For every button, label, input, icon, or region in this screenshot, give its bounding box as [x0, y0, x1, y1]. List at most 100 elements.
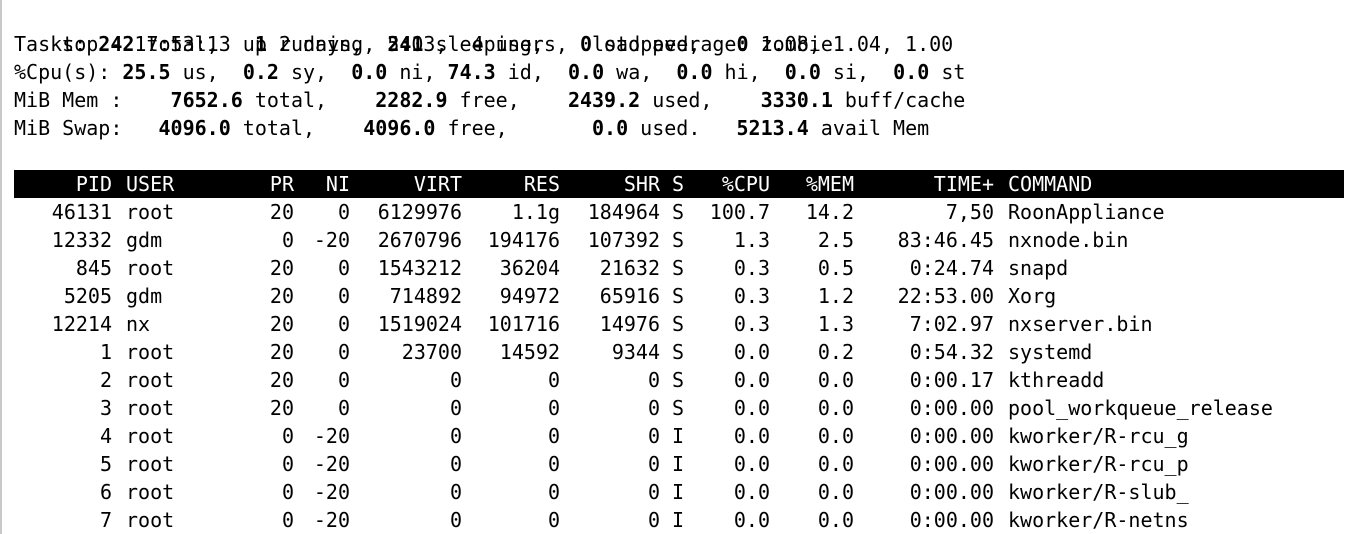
cell-pid: 7	[99, 508, 112, 532]
cell-ni: -20	[313, 424, 350, 448]
cell-cpu: 0.3	[733, 256, 770, 280]
tasks-total-label: total,	[134, 32, 219, 56]
cell-ni: 0	[337, 284, 350, 308]
cell-s: S	[672, 340, 685, 364]
column-header-command: COMMAND	[1008, 172, 1093, 196]
cell-cpu: 100.7	[709, 200, 770, 224]
table-row[interactable]: 5205 gdm 20 0 714892 94972 65916 S 0.3 1.2 22:53.0…	[2, 282, 1352, 310]
cell-pr: 0	[281, 508, 294, 532]
cell-s: I	[672, 452, 685, 476]
mem-used-label: used,	[640, 88, 713, 112]
table-row[interactable]: 46131 root 20 0 6129976 1.1g 184964 S 100.7 14.2 7…	[2, 198, 1352, 226]
cell-shr: 9344	[611, 340, 660, 364]
cell-user: gdm	[126, 228, 163, 252]
swap-total-value: 4096.0	[158, 116, 231, 140]
cell-ni: -20	[313, 480, 350, 504]
swap-free-value: 4096.0	[363, 116, 436, 140]
cell-time: 0:24.74	[909, 256, 994, 280]
cell-command: systemd	[1008, 340, 1093, 364]
cell-user: root	[126, 424, 175, 448]
mem-total-label: total,	[242, 88, 328, 112]
cell-command: RoonAppliance	[1008, 200, 1165, 224]
tasks-total-value: 242	[98, 32, 135, 56]
cell-command: pool_workqueue_release	[1008, 396, 1273, 420]
cell-ni: 0	[337, 368, 350, 392]
cpu-us-label: us,	[170, 60, 219, 84]
cell-res: 0	[547, 368, 560, 392]
cell-ni: 0	[337, 312, 350, 336]
cell-shr: 0	[647, 480, 660, 504]
mem-cache-value: 3330.1	[760, 88, 833, 112]
table-row[interactable]: 845 root 20 0 1543212 36204 21632 S 0.3 0.5 0:24.7…	[2, 254, 1352, 282]
column-header-pid: PID	[75, 172, 112, 196]
mem-line: MiB Mem : 7652.6 total, 2282.9 free, 243…	[14, 86, 965, 114]
cell-shr: 0	[647, 508, 660, 532]
cell-pid: 845	[75, 256, 112, 280]
column-header-cpu: %CPU	[721, 172, 770, 196]
column-header-time: TIME+	[933, 172, 994, 196]
tasks-zombie-value: 0	[736, 32, 749, 56]
table-row[interactable]: 4 root 0 -20 0 0 0 I 0.0 0.0 0:00.00 kworker/R-rcu_…	[2, 422, 1352, 450]
swap-label: MiB Swap:	[14, 116, 123, 140]
tasks-zombie-label: zombie	[748, 32, 833, 56]
column-header-user: USER	[126, 172, 175, 196]
cpu-id-value: 74.3	[447, 60, 496, 84]
cell-cpu: 1.3	[733, 228, 770, 252]
cell-pr: 20	[269, 368, 294, 392]
table-row[interactable]: 7 root 0 -20 0 0 0 I 0.0 0.0 0:00.00 kworker/R-netn…	[2, 506, 1352, 534]
cell-pid: 6	[99, 480, 112, 504]
cell-s: S	[672, 200, 685, 224]
table-row[interactable]: 12332 gdm 0 -20 2670796 194176 107392 S 1.3 2.5 83…	[2, 226, 1352, 254]
table-row[interactable]: 12214 nx 20 0 1519024 101716 14976 S 0.3 1.3 7:02.…	[2, 310, 1352, 338]
tasks-running-label: running,	[266, 32, 376, 56]
cpu-ni-value: 0.0	[351, 60, 388, 84]
column-header-shr: SHR	[623, 172, 660, 196]
cell-cpu: 0.0	[733, 480, 770, 504]
column-header-mem: %MEM	[805, 172, 854, 196]
cell-shr: 184964	[587, 200, 660, 224]
cell-cpu: 0.0	[733, 452, 770, 476]
tasks-sleeping-label: sleeping,	[423, 32, 544, 56]
cell-virt: 0	[449, 368, 462, 392]
cpu-si-value: 0.0	[784, 60, 821, 84]
column-header-virt: VIRT	[413, 172, 462, 196]
cell-ni: -20	[313, 452, 350, 476]
swap-free-label: free,	[435, 116, 508, 140]
cell-mem: 0.0	[817, 424, 854, 448]
cpu-st-value: 0.0	[893, 60, 930, 84]
cell-command: kworker/R-netns	[1008, 508, 1189, 532]
cell-time: 83:46.45	[897, 228, 994, 252]
cell-user: root	[126, 256, 175, 280]
cell-pid: 12332	[51, 228, 112, 252]
cpu-us-value: 25.5	[122, 60, 171, 84]
cell-s: S	[672, 284, 685, 308]
cell-pid: 5	[99, 452, 112, 476]
table-row[interactable]: 2 root 20 0 0 0 0 S 0.0 0.0 0:00.17 kthreadd	[2, 366, 1352, 394]
cell-mem: 0.0	[817, 396, 854, 420]
cell-cpu: 0.0	[733, 396, 770, 420]
cell-ni: 0	[337, 256, 350, 280]
cell-shr: 65916	[599, 284, 660, 308]
cpu-wa-value: 0.0	[567, 60, 605, 84]
swap-avail-label: avail Mem	[808, 116, 930, 140]
cell-s: S	[672, 368, 685, 392]
cell-mem: 0.0	[817, 452, 854, 476]
cell-user: root	[126, 200, 175, 224]
cell-res: 94972	[499, 284, 560, 308]
table-row[interactable]: 1 root 20 0 23700 14592 9344 S 0.0 0.2 0:54.32 syst…	[2, 338, 1352, 366]
cell-cpu: 0.0	[733, 340, 770, 364]
swap-used-label: used.	[628, 116, 701, 140]
table-row[interactable]: 5 root 0 -20 0 0 0 I 0.0 0.0 0:00.00 kworker/R-rcu_…	[2, 450, 1352, 478]
tasks-line: Tasks: 242 total, 1 running, 241 sleepin…	[14, 30, 833, 58]
cell-res: 0	[547, 508, 560, 532]
table-row[interactable]: 6 root 0 -20 0 0 0 I 0.0 0.0 0:00.00 kworker/R-slub…	[2, 478, 1352, 506]
cell-pr: 0	[281, 480, 294, 504]
table-row[interactable]: 3 root 20 0 0 0 0 S 0.0 0.0 0:00.00 pool_workqueue_…	[2, 394, 1352, 422]
cell-user: root	[126, 396, 175, 420]
column-header-s: S	[672, 172, 685, 196]
cell-cpu: 0.0	[733, 508, 770, 532]
terminal-window[interactable]: top - 17:53:13 up 2 days, 5:03, 4 users,…	[0, 0, 1352, 534]
cell-ni: 0	[337, 200, 350, 224]
cell-mem: 2.5	[817, 228, 854, 252]
cell-time: 7,50	[945, 200, 994, 224]
